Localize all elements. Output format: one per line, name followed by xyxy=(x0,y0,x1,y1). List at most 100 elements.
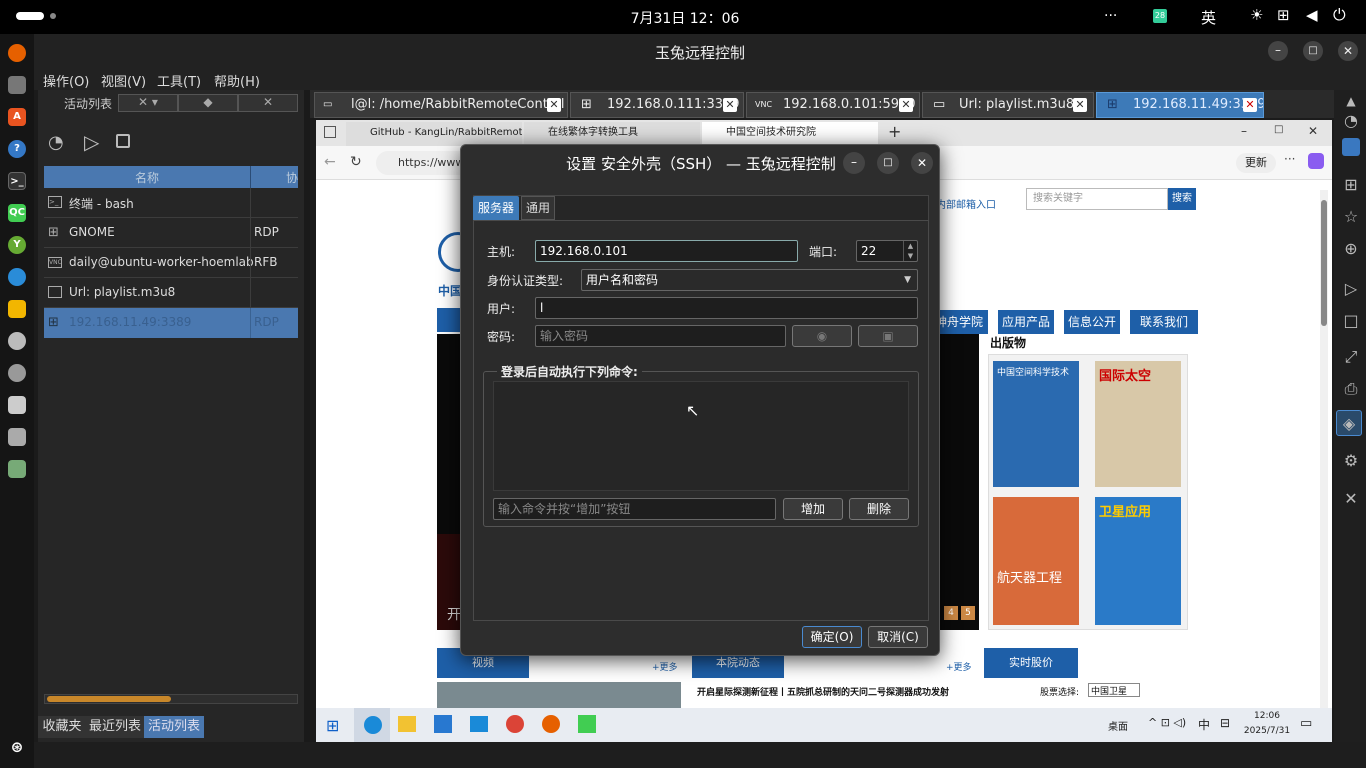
show-apps-icon[interactable]: ⊛ xyxy=(8,738,26,756)
splitter[interactable] xyxy=(304,90,310,742)
clock[interactable]: 7月31日 12：06 xyxy=(600,8,770,28)
host-input[interactable]: 192.168.0.101 xyxy=(535,240,798,262)
star-icon[interactable]: ☆ xyxy=(1342,208,1360,226)
nav-disclosure[interactable]: 信息公开 xyxy=(1064,310,1120,334)
notes-icon[interactable] xyxy=(8,300,26,318)
nav-contact[interactable]: 联系我们 xyxy=(1130,310,1198,334)
chrome-icon[interactable] xyxy=(506,715,524,733)
stop-icon[interactable] xyxy=(116,134,130,148)
tab-rdp-111[interactable]: ⊞ 192.168.0.111:3389 ✕ xyxy=(570,92,744,118)
rabbit-remote-icon[interactable] xyxy=(8,332,26,350)
video-more[interactable]: +更多 xyxy=(652,660,678,673)
browser-tab-cast[interactable]: 中国空间技术研究院 xyxy=(702,122,878,146)
desktop-label[interactable]: 桌面 xyxy=(1108,718,1128,733)
save-password-button[interactable]: ▣ xyxy=(858,325,918,347)
tab-favorites[interactable]: 收藏夹 xyxy=(38,716,86,738)
ok-button[interactable]: 确定(O) xyxy=(802,626,862,648)
mail-icon[interactable] xyxy=(470,716,488,732)
tab-close-icon[interactable]: ✕ xyxy=(723,98,737,112)
user-input[interactable]: l xyxy=(535,297,918,319)
news-more[interactable]: +更多 xyxy=(946,660,972,673)
dialog-minimize-button[interactable]: – xyxy=(843,152,865,174)
dialog-maximize-button[interactable]: □ xyxy=(877,152,899,174)
pub-cover-3[interactable]: 航天器工程 xyxy=(993,497,1079,625)
tab-close-icon[interactable]: ✕ xyxy=(1073,98,1087,112)
software-icon[interactable]: A xyxy=(8,108,26,126)
section-stock[interactable]: 实时股价 xyxy=(984,648,1078,678)
connect-icon[interactable]: ◔ xyxy=(48,132,64,153)
pub-cover-4[interactable]: 卫星应用 xyxy=(1095,497,1181,625)
tray-icons[interactable]: ^ ⊡ ◁) xyxy=(1148,716,1186,729)
windows-start-icon[interactable]: ⊞ xyxy=(326,716,339,735)
menu-help[interactable]: 帮助(H) xyxy=(214,71,260,90)
minimize-button[interactable]: – xyxy=(1268,41,1288,61)
store-icon[interactable] xyxy=(434,715,452,733)
video-thumb[interactable] xyxy=(437,682,681,708)
start-icon[interactable]: ▷ xyxy=(84,130,99,154)
news-headline[interactable]: 开启星际探测新征程丨五院抓总研制的天问二号探测器成功发射 xyxy=(697,685,949,698)
menu-tools[interactable]: 工具(T) xyxy=(157,71,201,90)
refresh-icon[interactable]: ↻ xyxy=(350,154,362,170)
app-icon-y[interactable]: Y xyxy=(8,236,26,254)
update-button[interactable]: 更新 xyxy=(1236,153,1276,173)
tab-active-list[interactable]: 活动列表 xyxy=(144,716,204,738)
screenshot-icon[interactable]: ⎙ xyxy=(1342,380,1360,398)
recycle-icon[interactable] xyxy=(8,460,26,478)
qtcreator-icon[interactable]: QC xyxy=(8,204,26,222)
folder-icon[interactable] xyxy=(1342,138,1360,156)
port-spinbox[interactable]: 22 ▲ ▼ xyxy=(856,240,918,262)
tab-actions-icon[interactable] xyxy=(324,126,336,138)
back-icon[interactable]: ← xyxy=(324,154,336,170)
qt-icon[interactable] xyxy=(578,715,596,733)
disk-icon[interactable] xyxy=(8,428,26,446)
stock-select[interactable]: 中国卫星 xyxy=(1088,683,1140,697)
site-search-button[interactable]: 搜索 xyxy=(1168,188,1196,210)
nav-products[interactable]: 应用产品 xyxy=(998,310,1054,334)
add-command-button[interactable]: 增加 xyxy=(783,498,843,520)
taskbar-time[interactable]: 12:06 xyxy=(1242,711,1292,721)
ime-indicator[interactable]: 中 xyxy=(1198,716,1210,733)
calendar-icon[interactable]: 28 xyxy=(1153,9,1167,23)
tab-recent[interactable]: 最近列表 xyxy=(86,716,144,738)
command-input[interactable]: 输入命令并按“增加”按钮 xyxy=(493,498,776,520)
tab-url-playlist[interactable]: ▭ Url: playlist.m3u8 ✕ xyxy=(922,92,1094,118)
ime-mode-icon[interactable]: ⊟ xyxy=(1220,716,1230,730)
pub-cover-2[interactable]: 国际太空 xyxy=(1095,361,1181,487)
settings-icon[interactable]: ⚙ xyxy=(1342,452,1360,470)
dialog-close-button[interactable]: ✕ xyxy=(911,152,933,174)
horizontal-scrollbar[interactable] xyxy=(44,694,298,704)
connect-icon[interactable]: ◔ xyxy=(1342,112,1360,130)
panel-tool-button[interactable]: ✕ ▾ xyxy=(118,94,178,112)
panel-close-button[interactable]: ✕ xyxy=(238,94,298,112)
scrollbar-thumb[interactable] xyxy=(47,696,171,702)
browser-scrollbar[interactable] xyxy=(1320,190,1328,708)
firefox-icon[interactable] xyxy=(542,715,560,733)
cancel-button[interactable]: 取消(C) xyxy=(868,626,928,648)
site-search-input[interactable]: 搜索关键字 xyxy=(1026,188,1168,210)
show-password-button[interactable]: ◉ xyxy=(792,325,852,347)
add-window-icon[interactable]: ⊕ xyxy=(1342,240,1360,258)
tab-server[interactable]: 服务器 xyxy=(473,196,519,220)
files-icon[interactable] xyxy=(8,76,26,94)
browser-menu-icon[interactable]: ··· xyxy=(1284,152,1295,166)
fullscreen-icon[interactable]: ⤢ xyxy=(1342,348,1360,366)
tab-general[interactable]: 通用 xyxy=(521,196,555,220)
notification-icon[interactable]: ▭ xyxy=(1300,716,1312,731)
tab-vnc-101[interactable]: VNC 192.168.0.101:5900 ✕ xyxy=(746,92,920,118)
volume-icon[interactable]: ◀ xyxy=(1306,6,1318,24)
settings-app-icon[interactable] xyxy=(8,364,26,382)
close-icon[interactable]: ✕ xyxy=(1342,490,1360,508)
browser-close[interactable]: ✕ xyxy=(1308,124,1318,138)
browser-tab-github[interactable]: GitHub - KangLin/RabbitRemoteC xyxy=(346,122,522,146)
help-icon[interactable]: ? xyxy=(8,140,26,158)
maximize-button[interactable]: □ xyxy=(1303,41,1323,61)
tab-close-icon[interactable]: ✕ xyxy=(547,98,561,112)
power-icon[interactable]: ⏻ xyxy=(1333,5,1346,25)
stop-icon[interactable]: □ xyxy=(1342,312,1360,330)
new-tab-button[interactable]: + xyxy=(888,122,901,141)
pub-cover-1[interactable]: 中国空间科学技术 xyxy=(993,361,1079,487)
table-row-selected[interactable]: ⊞ 192.168.11.49:3389 RDP xyxy=(44,308,298,338)
brightness-icon[interactable]: ☀ xyxy=(1250,6,1263,24)
spin-arrows[interactable]: ▲ ▼ xyxy=(903,241,917,261)
table-row[interactable]: >_ 终端 - bash xyxy=(44,188,298,218)
